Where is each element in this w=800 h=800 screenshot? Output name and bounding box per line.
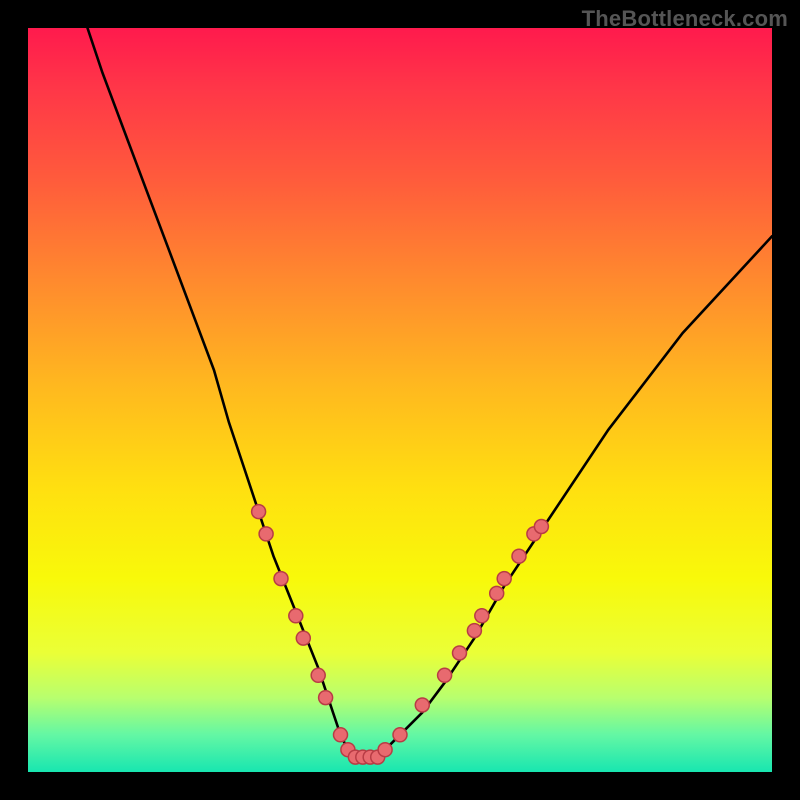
chart-frame: TheBottleneck.com: [0, 0, 800, 800]
chart-marker: [319, 691, 333, 705]
chart-marker: [378, 743, 392, 757]
chart-marker: [289, 609, 303, 623]
chart-marker: [334, 728, 348, 742]
chart-marker: [490, 586, 504, 600]
chart-marker: [475, 609, 489, 623]
chart-marker: [252, 505, 266, 519]
chart-marker: [438, 668, 452, 682]
chart-marker: [415, 698, 429, 712]
chart-svg: [28, 28, 772, 772]
watermark-label: TheBottleneck.com: [582, 6, 788, 32]
chart-marker: [259, 527, 273, 541]
chart-marker: [393, 728, 407, 742]
chart-marker: [534, 520, 548, 534]
chart-markers: [252, 505, 549, 764]
chart-marker: [497, 572, 511, 586]
chart-marker: [512, 549, 526, 563]
chart-marker: [453, 646, 467, 660]
chart-plot-area: [28, 28, 772, 772]
bottleneck-curve: [88, 28, 773, 757]
chart-marker: [296, 631, 310, 645]
chart-marker: [274, 572, 288, 586]
chart-marker: [311, 668, 325, 682]
chart-marker: [467, 624, 481, 638]
